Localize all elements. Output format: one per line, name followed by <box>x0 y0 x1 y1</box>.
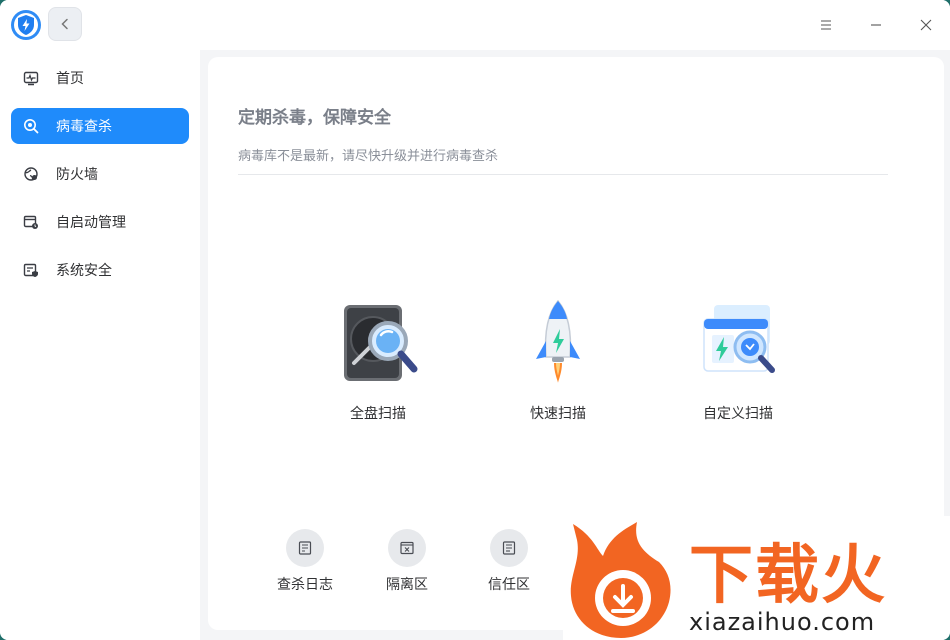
title-bar <box>0 0 950 50</box>
back-button[interactable] <box>48 7 82 41</box>
custom-scan-button[interactable]: 自定义扫描 <box>678 297 798 423</box>
sidebar-item-virus-scan[interactable]: 病毒查杀 <box>11 108 189 144</box>
full-disk-scan-icon <box>344 305 418 381</box>
sidebar-item-startup-manager[interactable]: 自启动管理 <box>11 204 189 240</box>
app-shield-logo-icon <box>11 10 41 40</box>
firewall-icon <box>23 166 39 182</box>
minimize-icon <box>871 24 881 26</box>
minimize-button[interactable] <box>861 10 891 40</box>
sidebar-item-system-security[interactable]: 系统安全 <box>11 252 189 288</box>
flame-logo-icon <box>570 522 671 638</box>
sidebar-item-label: 系统安全 <box>56 263 112 279</box>
scan-label: 快速扫描 <box>530 406 586 422</box>
sidebar-item-label: 自启动管理 <box>56 215 126 231</box>
tool-label: 信任区 <box>488 577 530 593</box>
close-button[interactable] <box>911 10 941 40</box>
quarantine-icon <box>400 541 414 555</box>
log-icon <box>298 541 312 555</box>
quarantine-button[interactable]: 隔离区 <box>367 529 447 594</box>
system-security-icon <box>23 262 39 278</box>
trust-zone-button[interactable]: 信任区 <box>469 529 549 594</box>
full-disk-scan-button[interactable]: 全盘扫描 <box>318 297 438 423</box>
trust-zone-icon <box>502 541 516 555</box>
close-icon <box>920 19 932 31</box>
monitor-pulse-icon <box>23 70 39 86</box>
tool-label: 查杀日志 <box>277 577 333 593</box>
quick-scan-button[interactable]: 快速扫描 <box>498 297 618 423</box>
menu-button[interactable] <box>811 10 841 40</box>
menu-icon <box>821 20 831 30</box>
startup-manager-icon <box>23 214 39 230</box>
sidebar-item-home[interactable]: 首页 <box>11 60 189 96</box>
scan-label: 自定义扫描 <box>703 406 773 422</box>
tool-label: 隔离区 <box>386 577 428 593</box>
sidebar: 首页 病毒查杀 防火墙 自启动管理 系统安全 <box>0 50 200 640</box>
tool-circle <box>388 529 426 567</box>
page-title: 定期杀毒，保障安全 <box>238 108 391 128</box>
tool-circle <box>286 529 324 567</box>
chevron-left-icon <box>61 18 68 30</box>
virus-scan-icon <box>23 118 39 134</box>
scan-label: 全盘扫描 <box>350 406 406 422</box>
tool-circle <box>490 529 528 567</box>
sidebar-item-label: 防火墙 <box>56 167 98 183</box>
rocket-quick-scan-icon <box>536 299 580 383</box>
custom-scan-icon <box>703 305 775 373</box>
sidebar-item-firewall[interactable]: 防火墙 <box>11 156 189 192</box>
watermark-url: xiazaihuo.com <box>689 608 876 636</box>
sidebar-item-label: 病毒查杀 <box>56 119 112 135</box>
app-window: 首页 病毒查杀 防火墙 自启动管理 系统安全 定期杀毒，保障安全 病毒库不是最新… <box>0 0 950 640</box>
page-subtitle: 病毒库不是最新，请尽快升级并进行病毒查杀 <box>238 149 499 164</box>
sidebar-item-label: 首页 <box>56 71 84 87</box>
divider <box>238 174 888 175</box>
scan-log-button[interactable]: 查杀日志 <box>265 529 345 594</box>
watermark: 下载火 xiazaihuo.com <box>563 516 950 640</box>
watermark-brand: 下载火 <box>689 539 887 613</box>
